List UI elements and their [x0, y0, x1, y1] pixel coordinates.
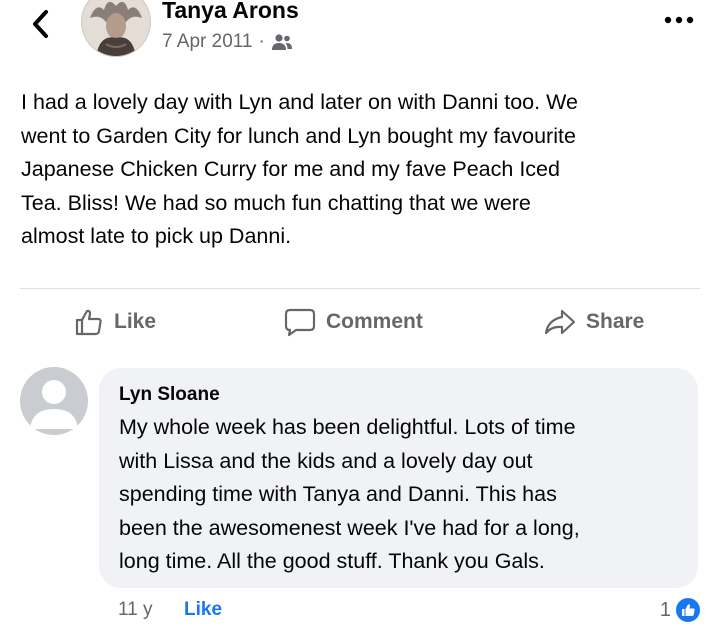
meta-separator: · — [258, 31, 265, 52]
default-profile-icon — [30, 380, 78, 429]
post-meta: 7 Apr 2011 · — [162, 31, 293, 53]
comment-reactions[interactable]: 1 — [660, 597, 701, 623]
like-label: Like — [114, 310, 157, 333]
comment-icon — [284, 308, 316, 337]
comment-label: Comment — [326, 310, 423, 333]
commenter-name[interactable]: Lyn Sloane — [119, 384, 220, 406]
post-date[interactable]: 7 Apr 2011 — [162, 31, 253, 53]
more-options-button[interactable] — [662, 8, 696, 32]
author-avatar[interactable] — [82, 0, 150, 56]
like-button[interactable]: Like — [74, 302, 156, 342]
like-reaction-icon — [675, 597, 701, 623]
post-actions: Like Comment Share — [20, 292, 700, 352]
comment-text: My whole week has been delightful. Lots … — [119, 415, 580, 573]
reaction-count: 1 — [659, 598, 671, 621]
more-horizontal-icon — [664, 16, 694, 24]
comment-footer: 11 y Like 1 — [118, 597, 718, 627]
profile-photo — [82, 0, 150, 56]
comment-button[interactable]: Comment — [284, 302, 423, 342]
post-body: I had a lovely day with Lyn and later on… — [21, 90, 578, 248]
divider — [20, 288, 700, 289]
post-header: Tanya Arons 7 Apr 2011 · — [0, 0, 720, 60]
comment-like-button[interactable]: Like — [184, 599, 222, 621]
comment-time[interactable]: 11 y — [118, 599, 153, 621]
author-name[interactable]: Tanya Arons — [162, 0, 299, 24]
friends-icon — [271, 34, 292, 50]
share-button[interactable]: Share — [544, 302, 644, 342]
back-button[interactable] — [24, 6, 60, 42]
share-label: Share — [586, 310, 645, 333]
comment-bubble: Lyn Sloane My whole week has been deligh… — [99, 368, 698, 588]
chevron-left-icon — [33, 10, 48, 38]
thumbs-up-icon — [75, 309, 102, 336]
share-icon — [544, 309, 576, 335]
commenter-avatar[interactable] — [20, 367, 88, 435]
